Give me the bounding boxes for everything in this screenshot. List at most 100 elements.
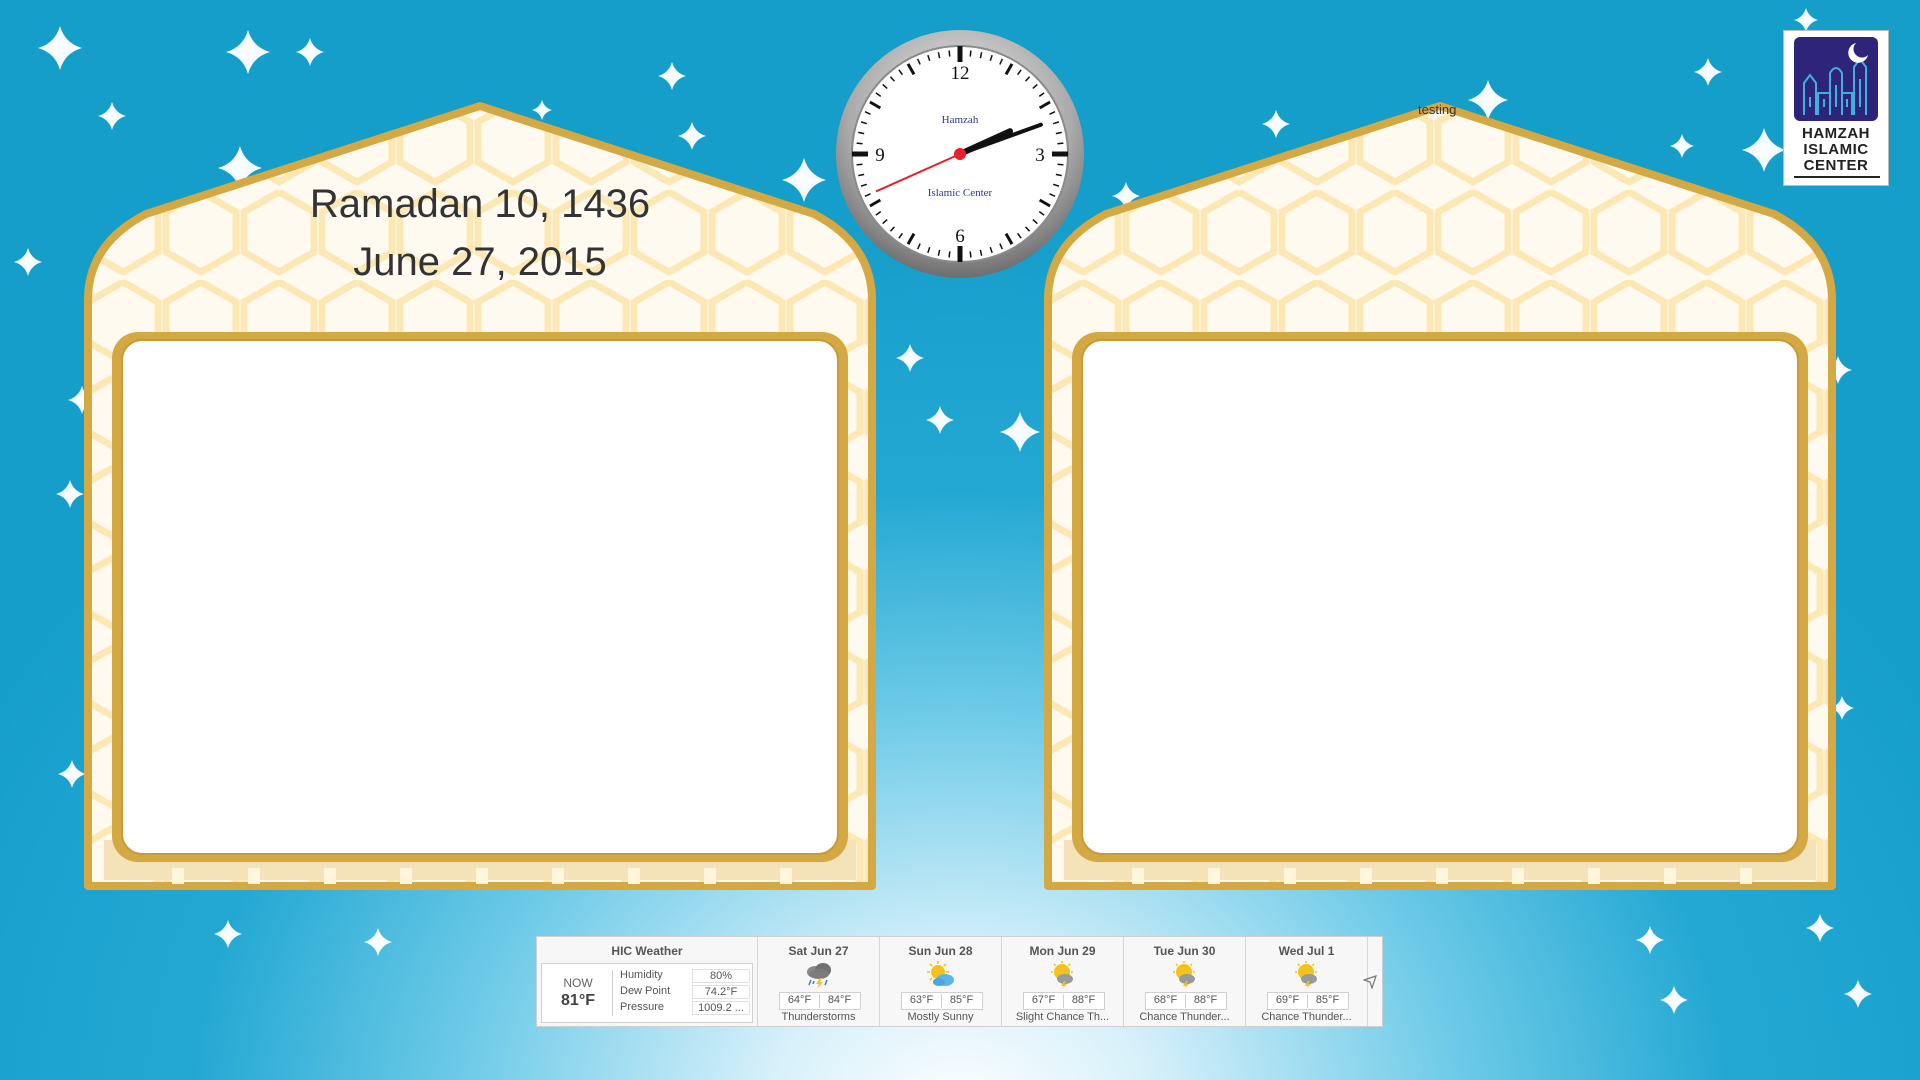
logo-line-1: HAMZAH — [1802, 125, 1870, 142]
numeral-9: 9 — [875, 145, 885, 166]
mosque-icon — [1794, 37, 1878, 121]
sun-storm-icon — [1051, 961, 1073, 989]
weather-widget: HIC Weather NOW 81°F Humidity 80% Dew Po… — [536, 936, 1383, 1027]
sparkle-glow — [905, 353, 915, 363]
weather-separator — [612, 970, 613, 1016]
weather-pressure: Pressure 1009.2 ... — [620, 1001, 750, 1015]
clock-brand-line1: Hamzah — [942, 114, 979, 126]
hamzah-islamic-center-logo: HAMZAH ISLAMIC CENTER — [1783, 30, 1889, 186]
mostly-sunny-icon — [927, 961, 954, 986]
forecast-temps: 63°F 85°F — [901, 992, 983, 1010]
forecast-day-4: Tue Jun 30 68°F 88°F Chance Thunder... — [1124, 937, 1246, 1026]
clock-minor-tick — [1057, 142, 1064, 145]
clock-minor-tick — [969, 251, 972, 258]
clock-minor-tick — [856, 142, 863, 145]
sparkle-glow — [1645, 935, 1655, 945]
sparkle-star-icon — [926, 406, 954, 434]
sparkle-glow — [1801, 15, 1811, 25]
forecast-temps: 64°F 84°F — [779, 992, 861, 1010]
weather-now-box: NOW 81°F Humidity 80% Dew Point 74.2°F P… — [541, 963, 753, 1023]
clock-minor-tick — [856, 163, 863, 166]
sparkle-glow — [1837, 703, 1847, 713]
sparkle-glow — [1013, 425, 1027, 439]
weather-link-arrow-icon[interactable] — [1363, 975, 1377, 989]
sparkle-glow — [935, 415, 945, 425]
forecast-condition: Slight Chance Th... — [1015, 1011, 1110, 1023]
forecast-day-3: Mon Jun 29 67°F 88°F Slight Chance Th... — [1002, 937, 1124, 1026]
forecast-condition: Chance Thunder... — [1139, 1011, 1230, 1023]
logo-underline — [1794, 176, 1880, 178]
gregorian-date: June 27, 2015 — [353, 240, 607, 284]
sparkle-star-icon — [38, 26, 82, 70]
sparkle-glow — [667, 71, 677, 81]
right-arch-panel — [1044, 100, 1836, 900]
forecast-day-name: Sat Jun 27 — [788, 944, 849, 958]
sun-storm-icon — [1173, 961, 1195, 989]
clock-minor-tick — [969, 50, 972, 57]
sparkle-star-icon — [1844, 980, 1872, 1008]
forecast-condition: Mostly Sunny — [907, 1011, 974, 1023]
sparkle-star-icon — [214, 920, 242, 948]
sparkle-glow — [240, 44, 256, 60]
clock-minor-tick — [1057, 163, 1064, 166]
forecast-day-name: Tue Jun 30 — [1153, 944, 1216, 958]
weather-current: HIC Weather NOW 81°F Humidity 80% Dew Po… — [537, 937, 758, 1026]
logo-line-2: ISLAMIC — [1803, 141, 1869, 158]
forecast-condition: Chance Thunder... — [1261, 1011, 1352, 1023]
sparkle-glow — [1669, 995, 1679, 1005]
clock-minor-tick — [948, 251, 951, 258]
sparkle-glow — [67, 769, 77, 779]
forecast-day-name: Wed Jul 1 — [1278, 944, 1335, 958]
logo-line-3: CENTER — [1803, 157, 1869, 174]
sparkle-star-icon — [896, 344, 924, 372]
sparkle-star-icon — [296, 38, 324, 66]
clock-brand-line2: Islamic Center — [928, 187, 993, 199]
forecast-day-2: Sun Jun 28 63°F 85°F Mostly Sunny — [880, 937, 1002, 1026]
clock-center-pin — [954, 148, 966, 160]
testing-label: testing — [1418, 102, 1457, 117]
left-arch-panel: Ramadan 10, 1436 June 27, 2015 — [84, 100, 876, 900]
forecast-day-5: Wed Jul 1 69°F 85°F Chance Thunder... — [1246, 937, 1368, 1026]
sparkle-glow — [373, 937, 383, 947]
forecast-temps: 69°F 85°F — [1267, 992, 1349, 1010]
forecast-temps: 68°F 88°F — [1145, 992, 1227, 1010]
sparkle-glow — [1815, 923, 1825, 933]
weather-humidity: Humidity 80% — [620, 969, 750, 983]
right-arch-frame — [1044, 102, 1836, 890]
forecast-day-1: Sat Jun 27 64°F 84°F Thunderstorms — [758, 937, 880, 1026]
numeral-6: 6 — [955, 226, 965, 247]
weather-title: HIC Weather — [611, 944, 683, 958]
forecast-temps: 67°F 88°F — [1023, 992, 1105, 1010]
sparkle-star-icon — [1000, 412, 1040, 452]
forecast-day-name: Sun Jun 28 — [908, 944, 973, 958]
sparkle-star-icon — [56, 480, 84, 508]
forecast-day-name: Mon Jun 29 — [1029, 944, 1096, 958]
hijri-date: Ramadan 10, 1436 — [309, 182, 651, 226]
forecast-condition: Thunderstorms — [781, 1011, 856, 1023]
sparkle-glow — [223, 929, 233, 939]
sparkle-glow — [23, 257, 33, 267]
sparkle-star-icon — [1660, 986, 1688, 1014]
sparkle-glow — [52, 40, 68, 56]
sparkle-glow — [1853, 989, 1863, 999]
sparkle-glow — [305, 47, 315, 57]
sparkle-star-icon — [658, 62, 686, 90]
sparkle-star-icon — [1636, 926, 1664, 954]
sun-storm-icon — [1295, 961, 1317, 989]
numeral-12: 12 — [951, 63, 970, 84]
numeral-3: 3 — [1035, 145, 1045, 166]
sparkle-glow — [1703, 67, 1713, 77]
weather-now-temp: 81°F — [561, 992, 595, 1009]
sparkle-glow — [65, 489, 75, 499]
weather-now-label: NOW — [563, 976, 593, 990]
sparkle-star-icon — [1794, 8, 1818, 32]
thunderstorm-icon — [807, 963, 831, 989]
clock-minor-tick — [948, 50, 951, 57]
sparkle-star-icon — [14, 248, 42, 276]
sparkle-star-icon — [58, 760, 86, 788]
analog-clock: 12 3 6 9 Hamzah Islamic Center — [836, 30, 1084, 278]
sparkle-star-icon — [364, 928, 392, 956]
sparkle-star-icon — [1806, 914, 1834, 942]
sparkle-star-icon — [1694, 58, 1722, 86]
sparkle-star-icon — [226, 30, 270, 74]
